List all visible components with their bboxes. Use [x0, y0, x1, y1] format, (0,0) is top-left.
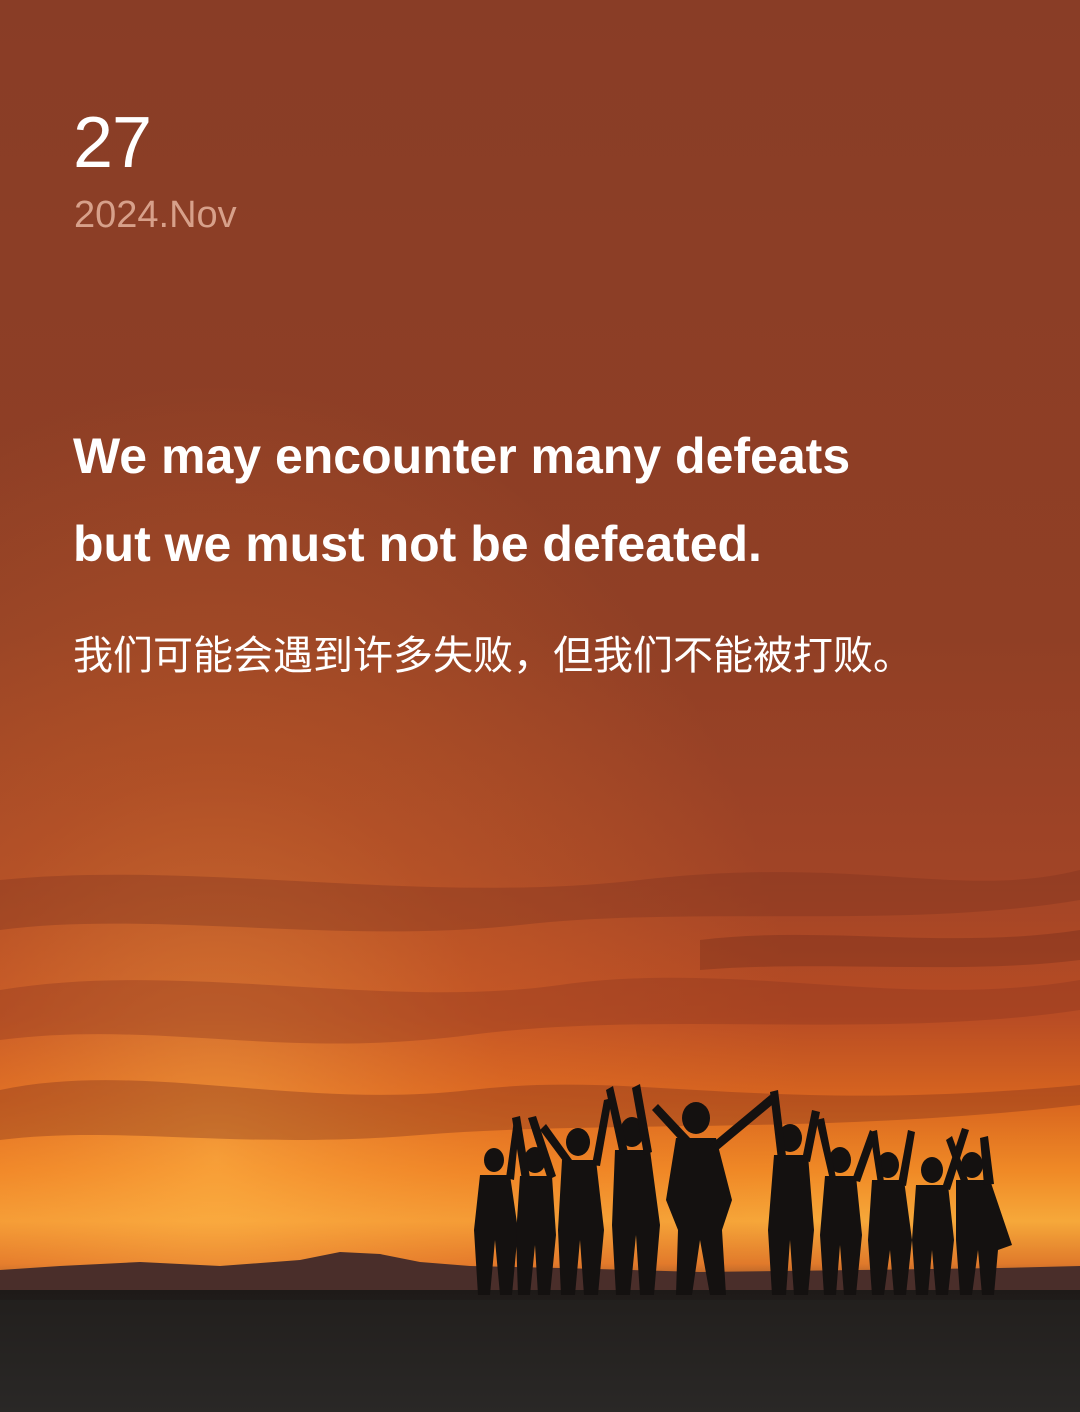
quote-card: 27 2024.Nov We may encounter many defeat…	[0, 0, 1080, 1412]
quote-english-line-2: but we must not be defeated.	[73, 516, 762, 572]
quote-english-line-1: We may encounter many defeats	[73, 428, 851, 484]
quote-chinese: 我们可能会遇到许多失败，但我们不能被打败。	[73, 633, 913, 679]
cloud-streaks	[0, 870, 1080, 1140]
quote-english: We may encounter many defeats but we mus…	[73, 412, 1033, 588]
date-year-month: 2024.Nov	[74, 194, 237, 236]
date-day: 27	[73, 103, 152, 183]
